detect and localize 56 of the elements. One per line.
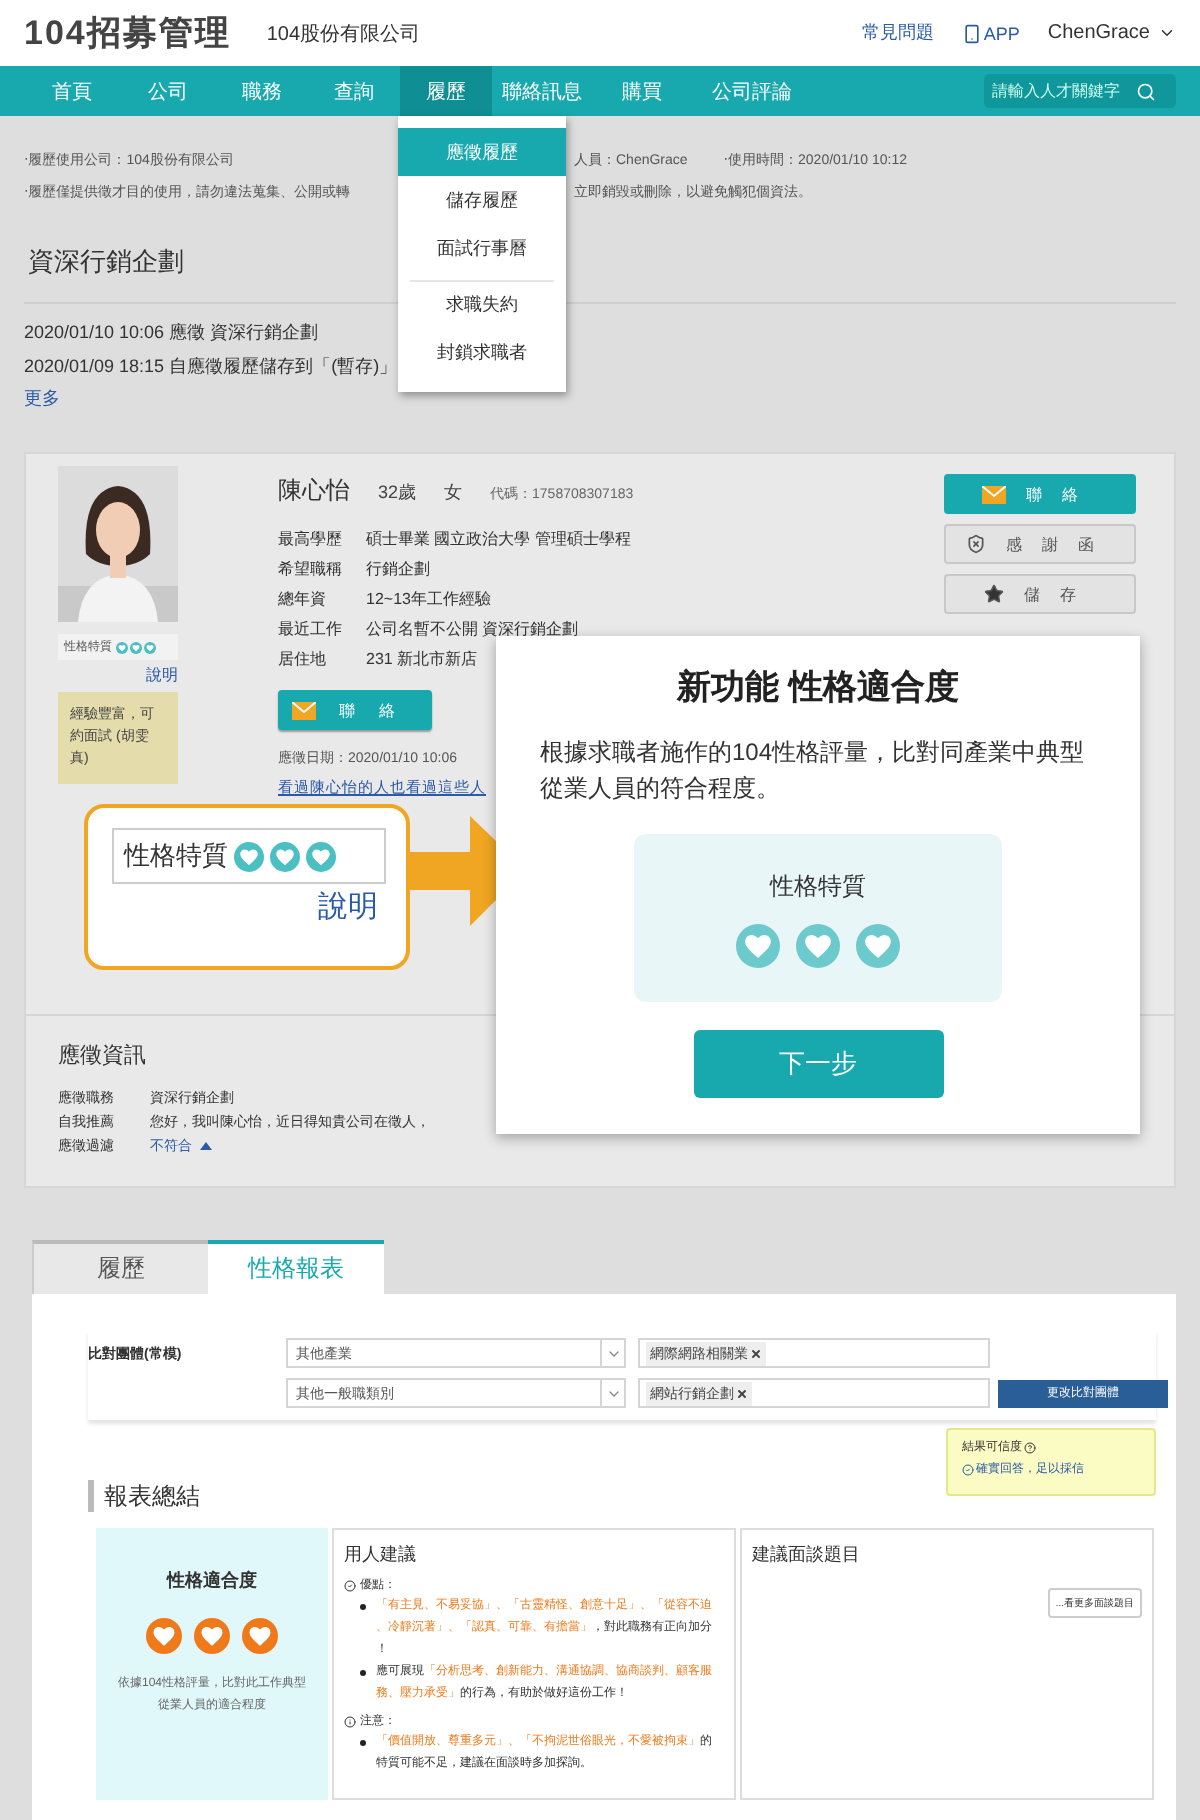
- menu-item[interactable]: 面試行事曆: [398, 224, 566, 272]
- user-menu[interactable]: ChenGrace: [1047, 22, 1176, 44]
- close-icon[interactable]: [750, 1347, 762, 1359]
- modal-text: 根據求職者施作的104性格評量，比對同產業中典型從業人員的符合程度。: [540, 736, 1087, 806]
- field-label: 最高學歷: [278, 528, 344, 550]
- card-title: 建議面談題目: [752, 1542, 862, 1568]
- card-title: 用人建議: [344, 1542, 418, 1568]
- field-value: 公司名暫不公開 資深行銷企劃: [366, 618, 579, 640]
- check-icon: [962, 1463, 974, 1475]
- nav-item[interactable]: 履歷: [400, 66, 492, 116]
- trait-label: 性格特質: [770, 869, 866, 903]
- help-icon[interactable]: [1024, 1441, 1036, 1453]
- header-link[interactable]: APP: [961, 23, 1020, 43]
- company-name: 104股份有限公司: [266, 21, 421, 47]
- candidate-age: 32歲: [378, 480, 417, 506]
- history-entry: 2020/01/09 18:15 自應徵履歷儲存到「(暫存)」: [24, 354, 400, 380]
- more-link[interactable]: 更多: [24, 386, 1176, 412]
- field-label: 希望職稱: [278, 558, 344, 580]
- field-value: 231 新北市新店: [366, 648, 478, 670]
- envelope-icon: [291, 701, 315, 719]
- field-label: 最近工作: [278, 618, 344, 640]
- candidate-name: 陳心怡: [278, 474, 350, 508]
- caret-icon: [1158, 24, 1176, 42]
- caret-icon: [200, 1142, 212, 1150]
- menu-item[interactable]: 封鎖求職者: [398, 328, 566, 376]
- envelope-icon: [982, 485, 1006, 503]
- thanks-button[interactable]: 感謝函: [944, 524, 1136, 564]
- modal-title: 新功能 性格適合度: [677, 666, 959, 710]
- phone-icon: [961, 23, 982, 43]
- save-button[interactable]: 儲存: [944, 574, 1136, 614]
- search-field[interactable]: 請輸入人才關鍵字: [984, 74, 1176, 108]
- check-icon: [344, 1579, 356, 1591]
- search-icon[interactable]: [1136, 81, 1156, 101]
- explain-link[interactable]: 說明: [318, 888, 378, 926]
- bullet-icon: [360, 1740, 366, 1746]
- close-icon[interactable]: [736, 1387, 748, 1399]
- candidate-gender: 女: [444, 480, 463, 506]
- history-entry: 2020/01/10 10:06 應徵 資深行銷企劃: [24, 320, 321, 346]
- field-value: 12~13年工作經驗: [366, 588, 491, 610]
- trait-label: 性格特質: [124, 838, 228, 874]
- field-label: 總年資: [278, 588, 328, 610]
- section-title: 應徵資訊: [58, 1041, 146, 1070]
- field-value: 行銷企劃: [366, 558, 430, 580]
- bullet-icon: [360, 1670, 366, 1676]
- tab[interactable]: 履歷: [32, 1240, 208, 1294]
- logo[interactable]: 104招募管理: [24, 10, 231, 56]
- bullet-icon: [360, 1604, 366, 1610]
- field-label: 居住地: [278, 648, 328, 670]
- field-value: 碩士畢業 國立政治大學 管理碩士學程: [366, 528, 631, 550]
- menu-item[interactable]: 儲存履歷: [398, 176, 566, 224]
- fit-title: 性格適合度: [167, 1568, 257, 1594]
- info-icon: [344, 1715, 356, 1727]
- shield-icon: [966, 534, 986, 554]
- star-icon: [984, 584, 1004, 604]
- header-link[interactable]: 常見問題: [861, 20, 934, 46]
- explain-link[interactable]: 說明: [146, 664, 178, 686]
